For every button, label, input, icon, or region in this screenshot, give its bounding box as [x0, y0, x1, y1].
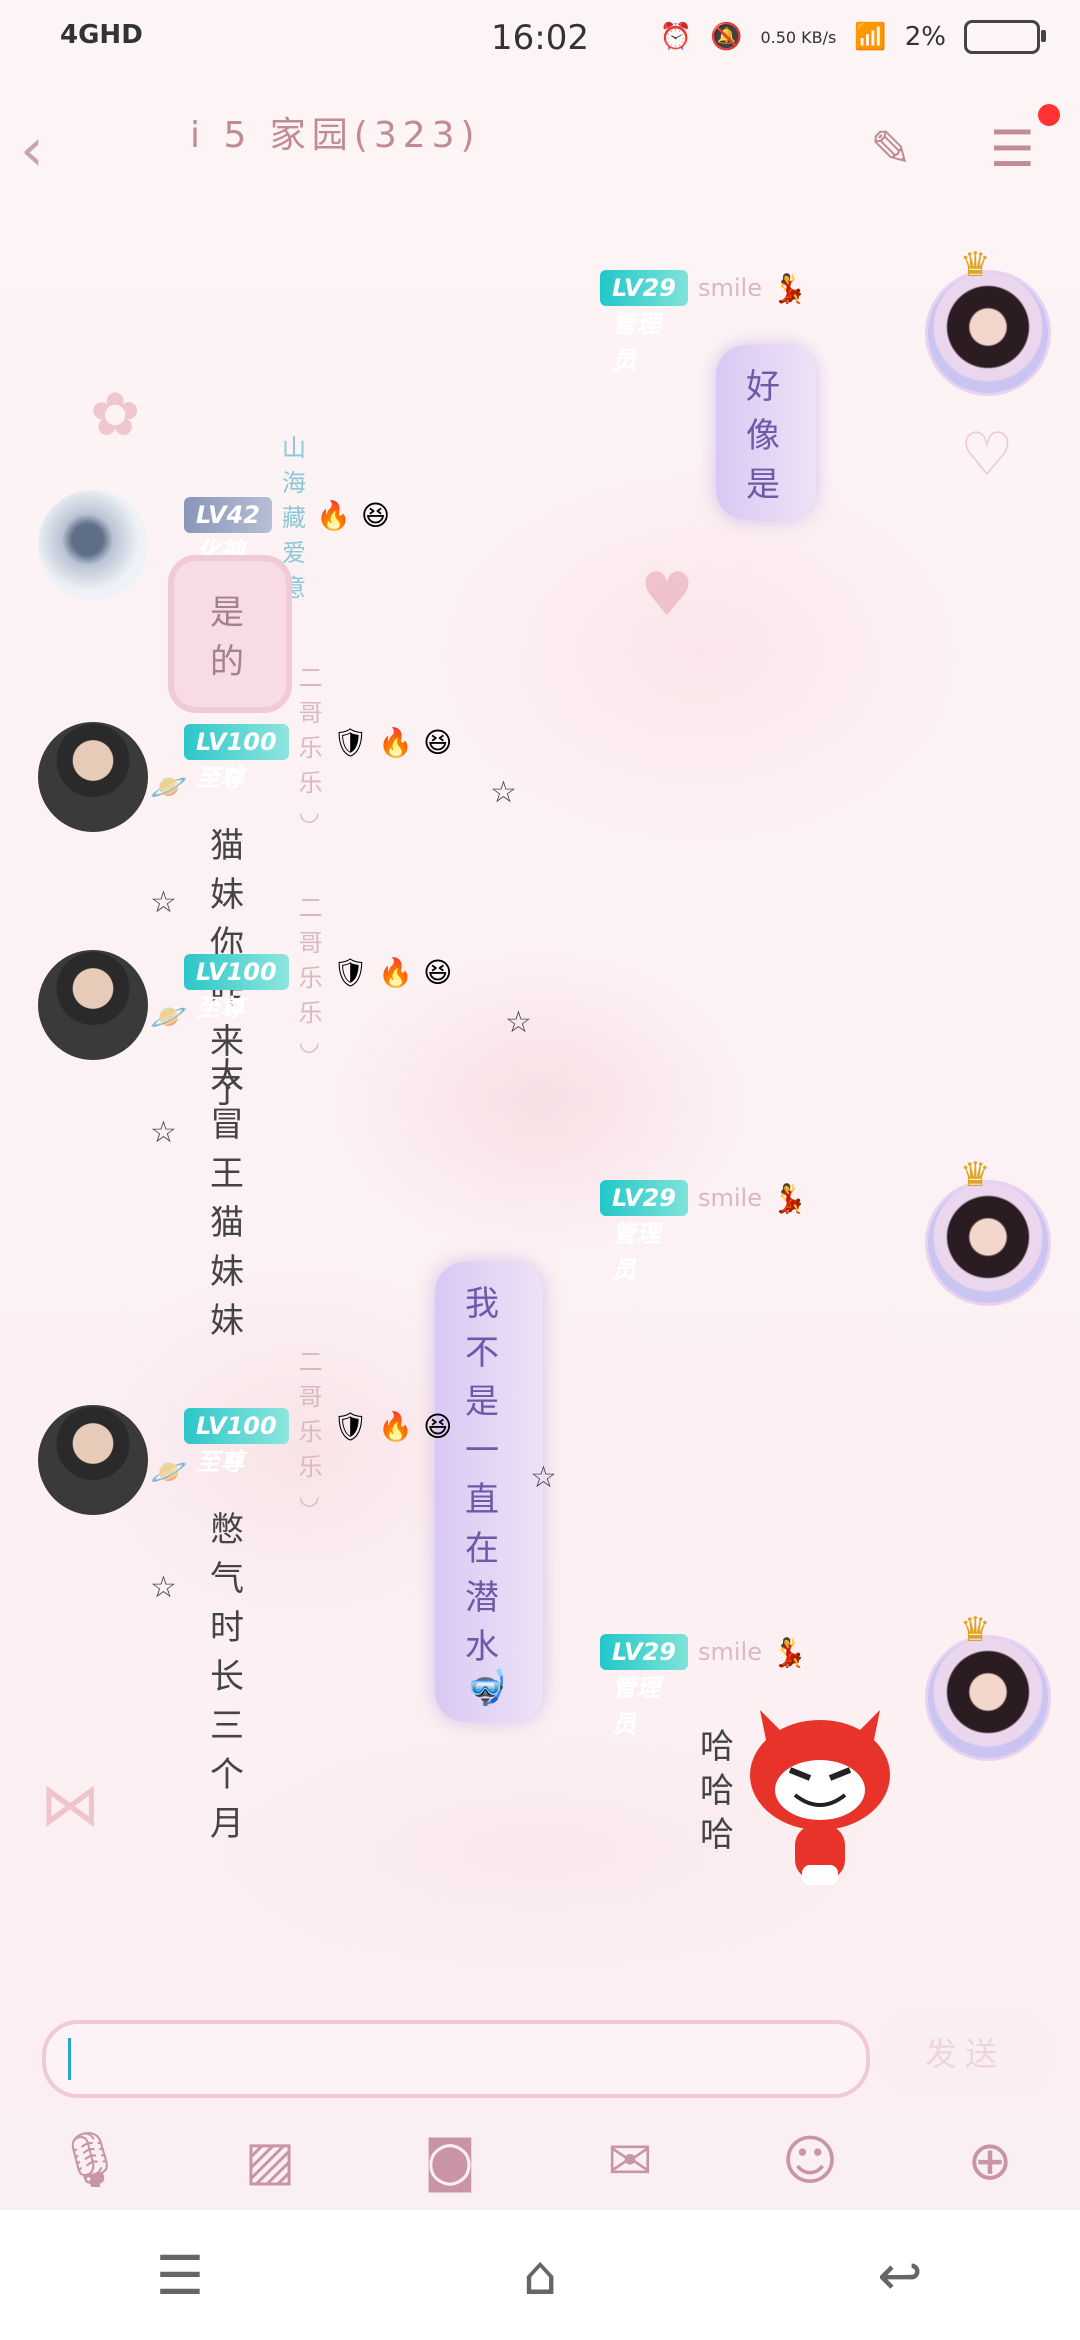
star-icon: ☆ — [530, 1460, 557, 1495]
nickname: 二哥乐乐◡ — [298, 894, 323, 1056]
group-title: i 5 家园(323) — [190, 115, 481, 156]
shield-icon: 🛡 — [332, 1409, 369, 1443]
shield-icon: 🛡 — [332, 725, 369, 759]
level-badge: LV29 管理员 — [600, 1180, 688, 1284]
avatar[interactable] — [38, 722, 148, 832]
message-meta: LV100 至尊 二哥乐乐◡ 🛡 🔥 😆 — [184, 894, 453, 1056]
wifi-icon: 📶 — [854, 22, 887, 52]
cat-decoration: ♥ — [640, 560, 694, 630]
edit-icon[interactable]: ✎ — [870, 120, 912, 178]
message-bubble[interactable]: 太冒王猫妹妹 — [210, 1048, 250, 1342]
message-bubble[interactable]: 我不是一直在潜水 🤿 — [435, 1262, 544, 1722]
diving-emoji-icon: 🤿 — [465, 1668, 514, 1708]
avatar[interactable] — [38, 950, 148, 1060]
planet-icon: 🪐 — [150, 770, 188, 805]
composer-toolbar: 🎙 ▨ ◙ ✉ ☺ ⊕ — [0, 2110, 1080, 2210]
crown-icon: ♛ — [960, 245, 991, 285]
fire-icon: 🔥 — [378, 955, 414, 989]
message-bubble[interactable]: 是的 — [168, 555, 292, 713]
planet-icon: 🪐 — [150, 1455, 188, 1490]
dancer-icon: 💃 — [771, 1181, 807, 1215]
smile-icon: 😆 — [423, 1409, 453, 1443]
message-text: 我不是一直在潜水 — [465, 1284, 505, 1667]
chat-background — [0, 0, 1080, 2340]
nickname: smile — [697, 274, 762, 302]
plus-icon[interactable]: ⊕ — [950, 2129, 1030, 2192]
message-input[interactable] — [42, 2020, 870, 2098]
heart-decoration: ♡ — [960, 420, 1014, 490]
message-meta: LV42 化神 山海藏爱意 🔥 😆 — [184, 434, 391, 602]
level-badge: LV100 至尊 — [184, 1408, 289, 1476]
avatar[interactable] — [38, 490, 148, 600]
smile-icon: 😆 — [360, 498, 391, 532]
star-icon: ☆ — [150, 1115, 177, 1150]
mute-icon: 🔕 — [710, 22, 743, 52]
level-badge: LV100 至尊 — [184, 954, 289, 1022]
message-meta: LV100 至尊 二哥乐乐◡ 🛡 🔥 😆 — [184, 664, 453, 826]
back-nav-icon[interactable]: ↩ — [850, 2244, 950, 2307]
level-badge: LV100 至尊 — [184, 724, 289, 792]
crown-icon: ♛ — [960, 1155, 991, 1195]
net-speed: 0.50 KB/s — [760, 27, 837, 47]
microphone-icon[interactable]: 🎙 — [50, 2128, 130, 2192]
send-button[interactable]: 发送 — [880, 2012, 1050, 2096]
planet-icon: 🪐 — [150, 1000, 188, 1035]
camera-icon[interactable]: ◙ — [410, 2129, 490, 2192]
nickname: 二哥乐乐◡ — [298, 664, 323, 826]
message-meta: LV29 管理员 smile 💃 — [600, 268, 807, 374]
shield-icon: 🛡 — [332, 955, 369, 989]
level-badge: LV29 管理员 — [600, 270, 688, 374]
smile-icon: 😆 — [423, 955, 453, 989]
avatar[interactable] — [38, 1405, 148, 1515]
dancer-icon: 💃 — [771, 271, 807, 305]
message-bubble[interactable]: 憋气时长三个月 — [210, 1502, 250, 1845]
avatar[interactable] — [925, 1635, 1051, 1761]
nickname: 二哥乐乐◡ — [298, 1348, 323, 1510]
sticker-caption: 哈哈哈 — [700, 1727, 734, 1855]
star-icon: ☆ — [150, 885, 177, 920]
alarm-icon: ⏰ — [659, 22, 693, 52]
star-icon: ☆ — [505, 1005, 532, 1040]
battery-icon — [964, 20, 1046, 54]
level-badge: LV42 化神 — [184, 497, 272, 565]
fire-icon: 🔥 — [315, 498, 351, 532]
text-caret — [68, 2038, 71, 2080]
status-bar: 4GHD 16:02 ⏰ 🔕 0.50 KB/s 📶 2% — [0, 0, 1080, 80]
battery-percent: 2% — [904, 22, 946, 52]
notification-dot — [1038, 104, 1060, 126]
star-icon: ☆ — [150, 1570, 177, 1605]
system-nav-bar: ☰ ⌂ ↩ — [0, 2210, 1080, 2340]
bow-decoration: ⋈ — [40, 1770, 100, 1840]
smile-icon: 😆 — [423, 725, 453, 759]
recent-apps-icon[interactable]: ☰ — [130, 2244, 230, 2307]
image-icon[interactable]: ▨ — [230, 2129, 310, 2192]
fire-icon: 🔥 — [378, 1409, 414, 1443]
red-packet-icon[interactable]: ✉ — [590, 2129, 670, 2192]
nickname: smile — [697, 1184, 762, 1212]
fox-sticker[interactable] — [740, 1690, 900, 1900]
status-right: ⏰ 🔕 0.50 KB/s 📶 2% — [659, 20, 1046, 54]
chat-header: ‹ i 5 家园(323) ✎ ☰ — [0, 80, 1080, 200]
star-icon: ☆ — [490, 775, 517, 810]
message-meta: LV29 管理员 smile 💃 — [600, 1178, 807, 1284]
message-bubble[interactable]: 好像是 — [716, 345, 816, 520]
fire-icon: 🔥 — [378, 725, 414, 759]
level-badge: LV29 管理员 — [600, 1634, 688, 1738]
home-icon[interactable]: ⌂ — [490, 2244, 590, 2307]
avatar[interactable] — [925, 1180, 1051, 1306]
avatar[interactable] — [925, 270, 1051, 396]
nickname: smile — [697, 1638, 762, 1666]
dancer-icon: 💃 — [771, 1635, 807, 1669]
back-icon[interactable]: ‹ — [20, 120, 44, 180]
emoji-icon[interactable]: ☺ — [770, 2129, 850, 2192]
crown-icon: ♛ — [960, 1610, 991, 1650]
message-meta: LV100 至尊 二哥乐乐◡ 🛡 🔥 😆 — [184, 1348, 453, 1510]
paw-decoration: ✿ — [90, 380, 141, 450]
message-meta: LV29 管理员 smile 💃 — [600, 1632, 807, 1738]
menu-icon[interactable]: ☰ — [990, 120, 1035, 178]
